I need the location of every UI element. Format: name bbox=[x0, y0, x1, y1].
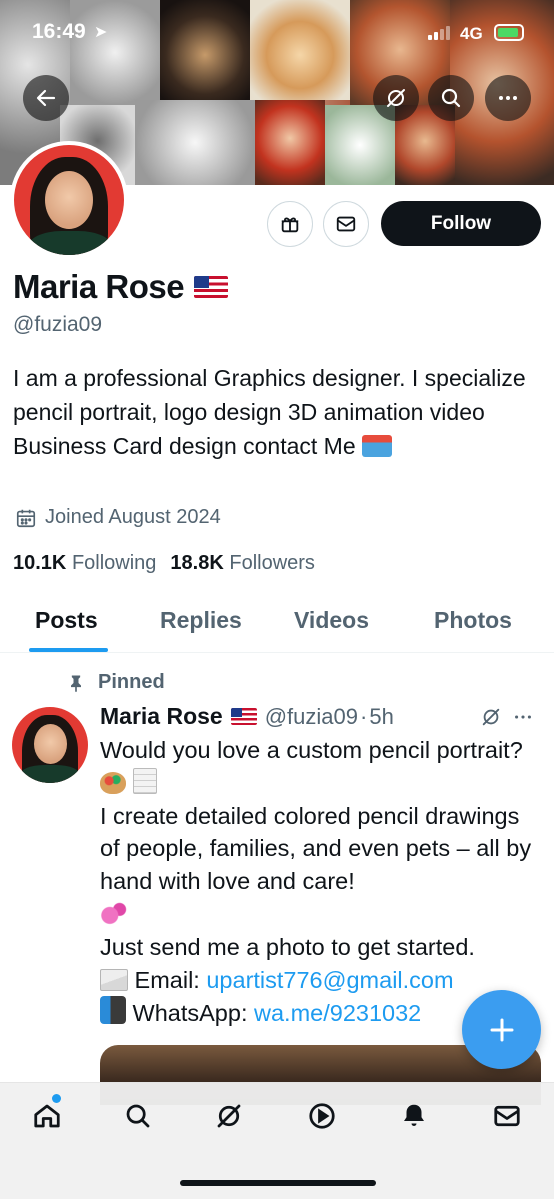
grok-icon bbox=[217, 1104, 241, 1128]
follow-button[interactable]: Follow bbox=[381, 201, 541, 246]
bio-text: I am a professional Graphics designer. I… bbox=[13, 365, 526, 459]
grok-icon[interactable] bbox=[480, 706, 502, 728]
flag-icon bbox=[230, 708, 257, 725]
post-line-1: Would you love a custom pencil portrait? bbox=[100, 737, 523, 763]
search-icon bbox=[441, 88, 461, 108]
nav-notifications[interactable] bbox=[397, 1099, 431, 1133]
memo-icon bbox=[132, 767, 157, 794]
status-time: 16:49 bbox=[32, 20, 86, 43]
joined-text: Joined August 2024 bbox=[45, 506, 221, 528]
nav-home[interactable] bbox=[30, 1099, 64, 1133]
pin-icon bbox=[71, 675, 81, 692]
plus-icon bbox=[490, 1018, 513, 1041]
profile-name: Maria Rose bbox=[13, 268, 229, 306]
whatsapp-link[interactable]: wa.me/9231032 bbox=[254, 1000, 421, 1026]
tab-posts[interactable]: Posts bbox=[35, 607, 98, 634]
profile-tabs: Posts Replies Videos Photos bbox=[0, 598, 554, 653]
more-button[interactable] bbox=[485, 75, 531, 121]
phone-icon bbox=[100, 996, 126, 1025]
profile-bio: I am a professional Graphics designer. I… bbox=[13, 361, 548, 463]
gift-button[interactable] bbox=[267, 201, 313, 247]
more-icon[interactable] bbox=[512, 706, 534, 728]
signal-icon bbox=[428, 26, 450, 40]
post-author[interactable]: Maria Rose bbox=[100, 703, 223, 730]
flag-icon bbox=[194, 276, 229, 298]
email-link[interactable]: upartist776@gmail.com bbox=[206, 967, 453, 993]
profile-handle: @fuzia09 bbox=[13, 313, 103, 336]
post-actions bbox=[480, 706, 534, 728]
mail-icon bbox=[494, 1105, 520, 1127]
followers-link[interactable]: 18.8K Followers bbox=[170, 552, 315, 575]
hearts-icon bbox=[100, 900, 128, 925]
grok-button[interactable] bbox=[373, 75, 419, 121]
mail-icon bbox=[336, 216, 356, 232]
profile-name-text: Maria Rose bbox=[13, 268, 185, 305]
compose-button[interactable] bbox=[462, 990, 541, 1069]
inbox-tray-icon bbox=[362, 435, 393, 457]
whatsapp-label: WhatsApp: bbox=[132, 1000, 248, 1027]
nav-messages[interactable] bbox=[490, 1099, 524, 1133]
banner-persian-cat-tile bbox=[135, 100, 255, 185]
network-label: 4G bbox=[460, 24, 483, 43]
gift-icon bbox=[281, 217, 299, 233]
followers-label: Followers bbox=[229, 552, 315, 574]
home-indicator bbox=[180, 1180, 376, 1186]
profile-avatar[interactable] bbox=[10, 141, 128, 259]
banner-girl-tile bbox=[255, 100, 325, 185]
active-tab-indicator bbox=[29, 648, 108, 652]
tab-replies[interactable]: Replies bbox=[160, 607, 242, 634]
following-count: 10.1K bbox=[13, 552, 67, 574]
search-icon bbox=[126, 1104, 150, 1128]
envelope-icon bbox=[100, 968, 128, 991]
grok-icon bbox=[387, 89, 405, 107]
bell-icon bbox=[404, 1104, 424, 1126]
post-header: Maria Rose @fuzia09 · 5h bbox=[100, 703, 394, 730]
post-line-2: I create detailed colored pencil drawing… bbox=[100, 802, 532, 895]
post-time: 5h bbox=[369, 703, 394, 729]
post-body: Would you love a custom pencil portrait?… bbox=[100, 734, 545, 1030]
nav-videos[interactable] bbox=[305, 1099, 339, 1133]
more-icon bbox=[499, 96, 517, 100]
battery-icon bbox=[494, 24, 524, 41]
pinned-text: Pinned bbox=[98, 671, 165, 693]
palette-icon bbox=[100, 771, 126, 794]
tab-photos[interactable]: Photos bbox=[434, 607, 512, 634]
back-arrow-icon bbox=[36, 89, 56, 107]
nav-grok[interactable] bbox=[212, 1099, 246, 1133]
followers-count: 18.8K bbox=[170, 552, 224, 574]
message-button[interactable] bbox=[323, 201, 369, 247]
play-icon bbox=[309, 1103, 335, 1129]
back-button[interactable] bbox=[23, 75, 69, 121]
post-separator: · bbox=[360, 703, 368, 729]
search-button[interactable] bbox=[428, 75, 474, 121]
pinned-label: Pinned bbox=[66, 671, 165, 694]
following-label: Following bbox=[71, 552, 157, 574]
joined-date: Joined August 2024 bbox=[15, 506, 221, 529]
calendar-icon bbox=[16, 509, 36, 527]
post-line-3: Just send me a photo to get started. bbox=[100, 933, 475, 960]
tab-videos[interactable]: Videos bbox=[294, 607, 369, 634]
home-icon bbox=[34, 1104, 60, 1128]
post-handle: @fuzia09 bbox=[264, 703, 358, 729]
location-arrow-icon: ➤ bbox=[94, 24, 108, 41]
email-label: Email: bbox=[134, 966, 200, 993]
status-bar: 16:49 ➤ 4G bbox=[0, 0, 554, 70]
post-avatar[interactable] bbox=[12, 707, 88, 783]
nav-search[interactable] bbox=[121, 1099, 155, 1133]
following-link[interactable]: 10.1K Following bbox=[13, 552, 156, 575]
follow-stats: 10.1K Following 18.8K Followers bbox=[13, 552, 315, 575]
